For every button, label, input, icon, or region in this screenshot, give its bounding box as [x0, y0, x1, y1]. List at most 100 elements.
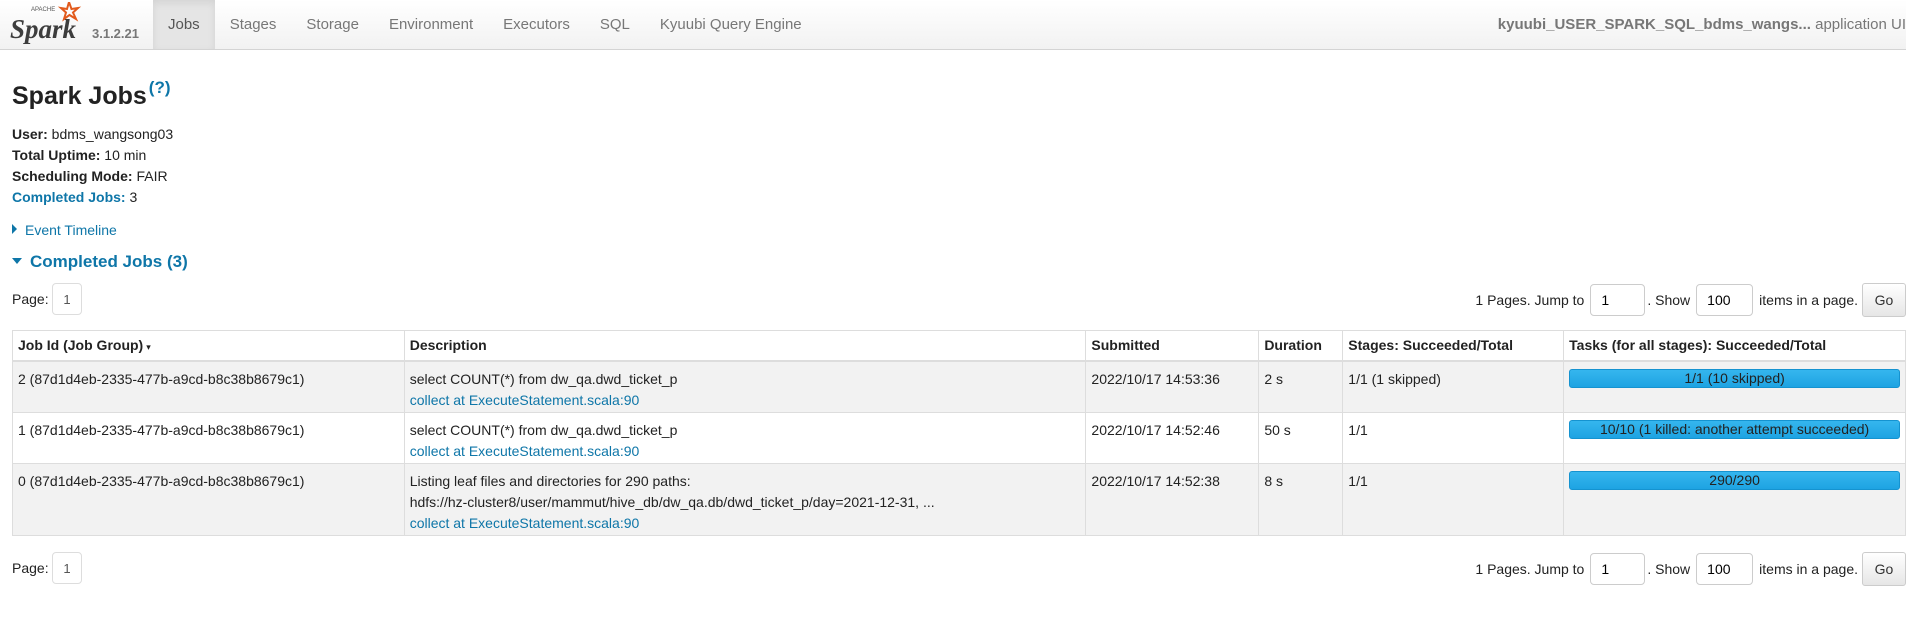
table-row: 1 (87d1d4eb-2335-477b-a9cd-b8c38b8679c1)… [12, 412, 1906, 464]
event-timeline-label: Event Timeline [25, 222, 117, 238]
page-size-input[interactable] [1696, 553, 1754, 585]
summary-completed: Completed Jobs: 3 [12, 187, 173, 208]
column-header-submitted[interactable]: Submitted [1085, 330, 1260, 362]
page-size-input[interactable] [1696, 284, 1754, 316]
uptime-label: Total Uptime: [12, 147, 101, 163]
summary-mode: Scheduling Mode: FAIR [12, 166, 173, 187]
pages-text: 1 Pages. Jump to [1475, 292, 1585, 308]
column-header-description[interactable]: Description [403, 330, 1087, 362]
description-cell: select COUNT(*) from dw_qa.dwd_ticket_p … [403, 412, 1087, 464]
job-id-cell: 2 (87d1d4eb-2335-477b-a9cd-b8c38b8679c1) [12, 360, 405, 413]
page-label: Page: [12, 560, 49, 576]
summary-uptime: Total Uptime: 10 min [12, 145, 173, 166]
job-detail-link[interactable]: collect at ExecuteStatement.scala:90 [410, 515, 640, 531]
user-value: bdms_wangsong03 [47, 126, 174, 142]
submitted-cell: 2022/10/17 14:52:46 [1085, 412, 1260, 464]
tab-executors[interactable]: Executors [488, 0, 585, 49]
page-link-1[interactable]: 1 [52, 552, 82, 584]
spark-logo-icon: APACHE Spark [10, 2, 82, 44]
job-description: Listing leaf files and directories for 2… [409, 473, 691, 489]
show-text: . Show [1647, 292, 1691, 308]
page-title: Spark Jobs (?) [12, 78, 171, 111]
svg-text:Spark: Spark [10, 14, 77, 44]
tab-sql[interactable]: SQL [585, 0, 645, 49]
tasks-progress-label: 10/10 (1 killed: another attempt succeed… [1599, 421, 1870, 437]
completed-value: 3 [125, 189, 138, 205]
duration-cell: 8 s [1258, 463, 1344, 536]
job-id-cell: 1 (87d1d4eb-2335-477b-a9cd-b8c38b8679c1) [12, 412, 405, 464]
submitted-cell: 2022/10/17 14:53:36 [1085, 360, 1260, 413]
tasks-progress-label: 1/1 (10 skipped) [1684, 369, 1785, 386]
tasks-cell: 10/10 (1 killed: another attempt succeed… [1563, 412, 1906, 464]
completed-jobs-link[interactable]: Completed Jobs: [12, 189, 126, 205]
navbar: APACHE Spark 3.1.2.21 Jobs Stages Storag… [0, 0, 1906, 50]
table-header-row: Job Id (Job Group) ▾ Description Submitte… [12, 330, 1906, 362]
app-name: kyuubi_USER_SPARK_SQL_bdms_wangs... appl… [1498, 0, 1906, 49]
job-detail-link[interactable]: collect at ExecuteStatement.scala:90 [410, 443, 640, 459]
job-summary: User: bdms_wangsong03 Total Uptime: 10 m… [12, 124, 173, 208]
tasks-progress-bar: 290/290 [1569, 471, 1900, 490]
tasks-cell: 290/290 [1563, 463, 1906, 536]
stages-cell: 1/1 (1 skipped) [1342, 360, 1565, 413]
table-row: 0 (87d1d4eb-2335-477b-a9cd-b8c38b8679c1)… [12, 463, 1906, 536]
spark-logo[interactable]: APACHE Spark 3.1.2.21 [10, 2, 150, 48]
column-header-duration[interactable]: Duration [1258, 330, 1344, 362]
tab-jobs[interactable]: Jobs [153, 0, 215, 49]
jump-to-page-input[interactable] [1590, 284, 1646, 316]
job-description-paths: hdfs://hz-cluster8/user/mammut/hive_db/d… [409, 494, 935, 510]
job-description: select COUNT(*) from dw_qa.dwd_ticket_p [409, 422, 678, 438]
completed-jobs-toggle[interactable]: Completed Jobs (3) [12, 252, 188, 272]
description-cell: Listing leaf files and directories for 2… [403, 463, 1087, 536]
tasks-progress-label: 290/290 [1709, 472, 1760, 488]
go-button[interactable]: Go [1862, 283, 1906, 317]
stages-cell: 1/1 [1342, 412, 1565, 464]
app-name-suffix: application UI [1810, 16, 1906, 33]
column-header-stages[interactable]: Stages: Succeeded/Total [1342, 330, 1565, 362]
page-link-1[interactable]: 1 [52, 283, 82, 315]
summary-user: User: bdms_wangsong03 [12, 124, 173, 145]
duration-cell: 2 s [1258, 360, 1344, 413]
arrow-down-icon [12, 257, 22, 264]
page-title-text: Spark Jobs [12, 82, 147, 110]
jobs-table: Job Id (Job Group) ▾ Description Submitte… [12, 330, 1906, 536]
sort-desc-icon: ▾ [146, 342, 151, 353]
column-header-job-id[interactable]: Job Id (Job Group) ▾ [12, 330, 405, 362]
pagination-top: Page: 1 1 Pages. Jump to . Show items in… [12, 283, 1906, 317]
column-header-tasks[interactable]: Tasks (for all stages): Succeeded/Total [1563, 330, 1906, 362]
pagination-bottom: Page: 1 1 Pages. Jump to . Show items in… [12, 552, 1906, 586]
tab-storage[interactable]: Storage [291, 0, 374, 49]
svg-text:APACHE: APACHE [31, 7, 55, 13]
mode-value: FAIR [132, 168, 168, 184]
mode-label: Scheduling Mode: [12, 168, 133, 184]
tab-stages[interactable]: Stages [215, 0, 292, 49]
uptime-value: 10 min [100, 147, 147, 163]
nav-tabs: Jobs Stages Storage Environment Executor… [153, 0, 817, 49]
event-timeline-toggle[interactable]: Event Timeline [12, 222, 117, 238]
stages-cell: 1/1 [1342, 463, 1565, 536]
tasks-cell: 1/1 (10 skipped) [1563, 360, 1906, 413]
job-detail-link[interactable]: collect at ExecuteStatement.scala:90 [410, 392, 640, 408]
pages-text: 1 Pages. Jump to [1475, 561, 1585, 577]
spark-version: 3.1.2.21 [92, 26, 139, 41]
arrow-right-icon [12, 224, 17, 235]
submitted-cell: 2022/10/17 14:52:38 [1085, 463, 1260, 536]
page-controls: 1 Pages. Jump to . Show items in a page.… [1475, 283, 1906, 317]
page-label: Page: [12, 291, 49, 307]
description-cell: select COUNT(*) from dw_qa.dwd_ticket_p … [403, 360, 1087, 413]
items-text: items in a page. [1759, 561, 1858, 577]
app-name-value: kyuubi_USER_SPARK_SQL_bdms_wangs... [1497, 16, 1811, 33]
page-controls: 1 Pages. Jump to . Show items in a page.… [1475, 552, 1906, 586]
jump-to-page-input[interactable] [1590, 553, 1646, 585]
tab-kyuubi-query-engine[interactable]: Kyuubi Query Engine [645, 0, 817, 49]
table-row: 2 (87d1d4eb-2335-477b-a9cd-b8c38b8679c1)… [12, 360, 1906, 413]
duration-cell: 50 s [1258, 412, 1344, 464]
completed-jobs-title: Completed Jobs (3) [30, 252, 188, 271]
user-label: User: [12, 126, 48, 142]
tasks-progress-bar: 10/10 (1 killed: another attempt succeed… [1569, 420, 1900, 439]
go-button[interactable]: Go [1862, 552, 1906, 586]
tab-environment[interactable]: Environment [374, 0, 488, 49]
job-description: select COUNT(*) from dw_qa.dwd_ticket_p [409, 370, 678, 387]
help-link[interactable]: (?) [149, 78, 171, 97]
show-text: . Show [1647, 561, 1691, 577]
job-id-cell: 0 (87d1d4eb-2335-477b-a9cd-b8c38b8679c1) [12, 463, 405, 536]
